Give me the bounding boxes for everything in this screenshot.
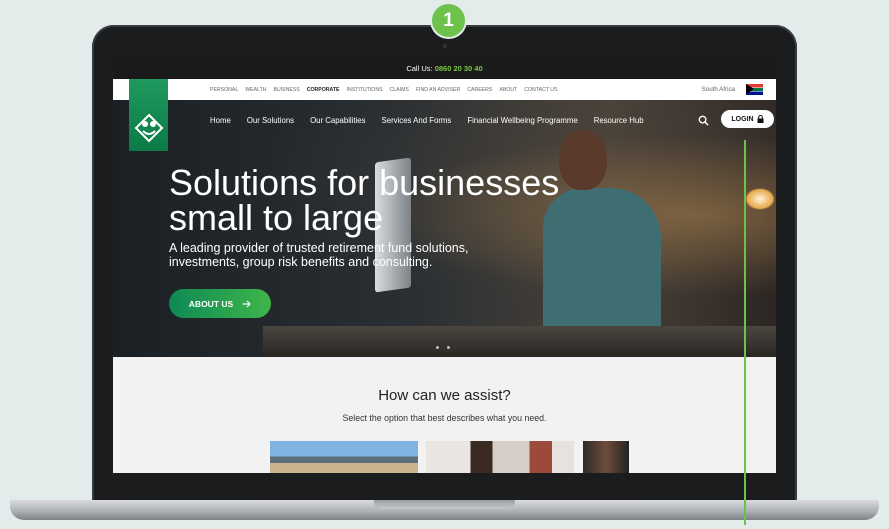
segment-link-find-adviser[interactable]: FIND AN ADVISER (416, 87, 460, 93)
segment-link-claims[interactable]: CLAIMS (390, 87, 409, 93)
hero-subtitle-line-1: A leading provider of trusted retirement… (169, 241, 469, 255)
search-button[interactable] (698, 113, 709, 131)
segment-links: PERSONAL WEALTH BUSINESS CORPORATE INSTI… (210, 87, 557, 93)
about-us-label: ABOUT US (188, 298, 234, 309)
hero-title-line-1: Solutions for businesses (169, 162, 560, 203)
about-us-button[interactable]: ABOUT US (169, 289, 271, 318)
segment-link-wealth[interactable]: WEALTH (245, 87, 266, 93)
assist-heading: How can we assist? (378, 387, 511, 404)
carousel-dot[interactable] (436, 346, 439, 349)
nav-home[interactable]: Home (210, 116, 231, 125)
carousel-dot[interactable] (447, 346, 450, 349)
hero-subtitle: A leading provider of trusted retirement… (169, 241, 509, 269)
phone-number-link[interactable]: 0860 20 30 40 (435, 64, 483, 73)
hero-desk-image (263, 326, 776, 357)
segment-link-business[interactable]: BUSINESS (274, 87, 300, 93)
nav-financial-wellbeing[interactable]: Financial Wellbeing Programme (467, 116, 577, 125)
old-mutual-logo[interactable] (129, 79, 168, 151)
segment-link-contact[interactable]: CONTACT US (524, 87, 557, 93)
segment-link-personal[interactable]: PERSONAL (210, 87, 238, 93)
hero-lamp-image (745, 188, 775, 210)
segment-link-about[interactable]: ABOUT (499, 87, 517, 93)
nav-services-forms[interactable]: Services And Forms (382, 116, 452, 125)
hero-subtitle-line-2: investments, group risk benefits and con… (169, 255, 433, 269)
nav-our-solutions[interactable]: Our Solutions (247, 116, 294, 125)
south-africa-flag-icon[interactable] (746, 84, 763, 95)
assist-subheading: Select the option that best describes wh… (342, 413, 547, 423)
login-button[interactable]: LOGIN (721, 110, 774, 128)
segment-link-institutions[interactable]: INSTITUTIONS (347, 87, 383, 93)
laptop-camera (443, 44, 447, 48)
browser-screen: Call Us: 0860 20 30 40 PERSONAL WEALTH B… (113, 58, 776, 473)
carousel-dots (436, 346, 450, 349)
search-icon (698, 115, 709, 126)
nav-resource-hub[interactable]: Resource Hub (594, 116, 644, 125)
assist-card-individual[interactable] (583, 441, 629, 473)
segment-link-careers[interactable]: CAREERS (467, 87, 492, 93)
assist-section: How can we assist? Select the option tha… (113, 357, 776, 473)
step-badge: 1 (432, 4, 465, 37)
call-label: Call Us: (406, 64, 433, 73)
country-selector[interactable]: South Africa (702, 86, 735, 93)
hero-title-line-2: small to large (169, 197, 384, 238)
assist-card-employees[interactable] (426, 441, 574, 473)
segment-link-corporate[interactable]: CORPORATE (307, 87, 340, 93)
segment-nav: PERSONAL WEALTH BUSINESS CORPORATE INSTI… (113, 79, 776, 100)
annotation-pointer-line (744, 140, 746, 525)
login-label: LOGIN (731, 115, 754, 123)
logo-emblem-icon (134, 113, 163, 143)
arrow-right-icon (242, 300, 252, 307)
hero-title: Solutions for businesses small to large (169, 162, 589, 238)
call-us-bar: Call Us: 0860 20 30 40 (113, 58, 776, 79)
assist-card-business[interactable] (270, 441, 418, 473)
main-nav: Home Our Solutions Our Capabilities Serv… (210, 116, 644, 125)
laptop-notch (374, 500, 515, 509)
nav-our-capabilities[interactable]: Our Capabilities (310, 116, 365, 125)
lock-icon (757, 115, 764, 123)
